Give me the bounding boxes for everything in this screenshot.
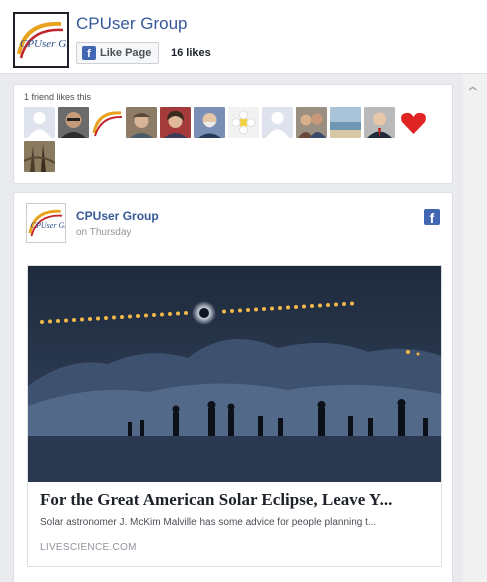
post-timestamp[interactable]: on Thursday [76, 227, 131, 238]
man-glasses-avatar[interactable] [58, 107, 89, 138]
link-title[interactable]: For the Great American Solar Eclipse, Le… [40, 490, 392, 510]
link-preview-card[interactable]: For the Great American Solar Eclipse, Le… [27, 265, 442, 567]
page-logo[interactable]: CPUser Gr [13, 12, 69, 68]
friend-avatar-grid [24, 107, 444, 172]
link-description: Solar astronomer J. McKim Malville has s… [40, 517, 377, 528]
like-page-label: Like Page [100, 47, 152, 59]
svg-text:CPUser Gr: CPUser Gr [31, 221, 65, 230]
cpuser-logo-avatar[interactable] [92, 107, 123, 138]
post-author-name[interactable]: CPUser Group [76, 209, 159, 223]
eclipse-image[interactable] [28, 266, 441, 482]
facebook-icon: f [82, 46, 96, 60]
man-cap-avatar[interactable] [126, 107, 157, 138]
couple-avatar[interactable] [296, 107, 327, 138]
friends-like-label[interactable]: 1 friend likes this [24, 92, 91, 102]
svg-text:CPUser Gr: CPUser Gr [20, 38, 67, 50]
default-avatar-2[interactable] [262, 107, 293, 138]
scrollbar-track[interactable] [463, 74, 487, 582]
tree-avatar[interactable] [24, 141, 55, 172]
facebook-icon[interactable]: f [424, 209, 440, 225]
default-avatar[interactable] [24, 107, 55, 138]
page-name-link[interactable]: CPUser Group [76, 14, 187, 34]
scroll-up-icon[interactable]: ⌃ [465, 84, 481, 101]
post-card: CPUser Gr CPUser Group on Thursday f For… [13, 192, 453, 582]
likes-count: 16 likes [171, 47, 211, 59]
heart-avatar[interactable] [398, 107, 429, 138]
flower-avatar[interactable] [228, 107, 259, 138]
like-page-button[interactable]: f Like Page [76, 42, 160, 64]
woman-avatar[interactable] [160, 107, 191, 138]
beach-avatar[interactable] [330, 107, 361, 138]
page-header: CPUser Gr CPUser Group f Like Page 16 li… [0, 0, 487, 74]
link-domain: LIVESCIENCE.COM [40, 542, 137, 553]
friends-panel: 1 friend likes this [13, 84, 453, 184]
bearded-man-avatar[interactable] [194, 107, 225, 138]
man-suit-avatar[interactable] [364, 107, 395, 138]
post-author-logo[interactable]: CPUser Gr [26, 203, 66, 243]
